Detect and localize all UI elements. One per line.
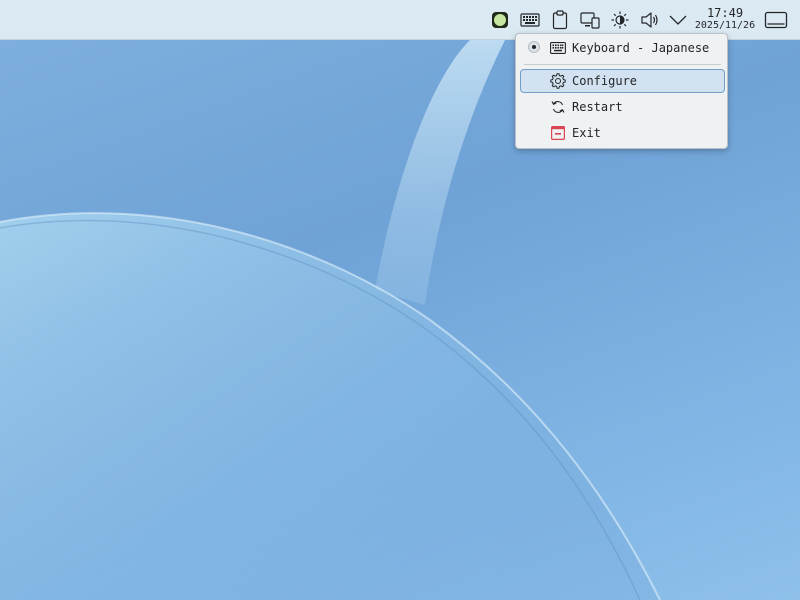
menu-item-label: Restart: [572, 100, 623, 114]
menu-item-exit[interactable]: Exit: [520, 121, 725, 145]
menu-item-label: Keyboard - Japanese: [572, 41, 710, 55]
radio-indicator: [528, 41, 540, 53]
menu-item-label: Configure: [572, 74, 638, 88]
input-method-icon[interactable]: [488, 8, 512, 32]
menu-item-label: Exit: [572, 126, 601, 140]
input-method-menu: Keyboard - Japanese Configure Restart Ex…: [515, 33, 728, 149]
clock-time: 17:49: [706, 6, 744, 20]
desktop[interactable]: 17:49 2025/11/26 Keyboard - Japanese Con…: [0, 0, 800, 600]
keyboard-icon: [550, 40, 566, 56]
keyboard-icon[interactable]: [518, 8, 542, 32]
menu-item-keyboard-japanese[interactable]: Keyboard - Japanese: [520, 36, 725, 60]
radio-checked-dot: [532, 45, 536, 49]
gear-icon: [550, 73, 566, 89]
menu-item-restart[interactable]: Restart: [520, 95, 725, 119]
clock-date: 2025/11/26: [694, 20, 756, 31]
show-desktop-icon[interactable]: [764, 8, 788, 32]
volume-icon[interactable]: [638, 8, 662, 32]
menu-item-configure[interactable]: Configure: [520, 69, 725, 93]
brightness-icon[interactable]: [608, 8, 632, 32]
digital-clock[interactable]: 17:49 2025/11/26: [694, 6, 756, 32]
expand-tray-icon[interactable]: [666, 8, 690, 32]
clipboard-icon[interactable]: [548, 8, 572, 32]
menu-separator: [524, 64, 721, 65]
exit-icon: [550, 125, 566, 141]
display-configuration-icon[interactable]: [578, 8, 602, 32]
restart-icon: [550, 99, 566, 115]
